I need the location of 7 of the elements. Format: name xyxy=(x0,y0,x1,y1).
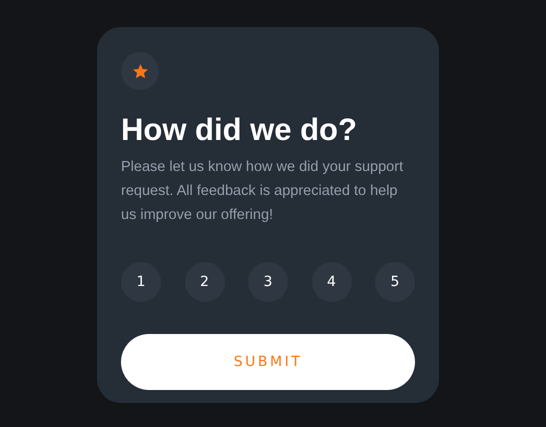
rating-button[interactable]: 2 xyxy=(184,262,224,302)
description: Please let us know how we did your support request. All feedback is appreciated to help us improve our offering! xyxy=(121,158,404,225)
title: How did we do? xyxy=(121,111,358,149)
rating-button[interactable]: 1 xyxy=(121,262,161,302)
rating-button[interactable]: 5 xyxy=(375,262,415,302)
rating-button[interactable]: 3 xyxy=(248,262,288,302)
rating-button[interactable]: 4 xyxy=(312,262,352,302)
